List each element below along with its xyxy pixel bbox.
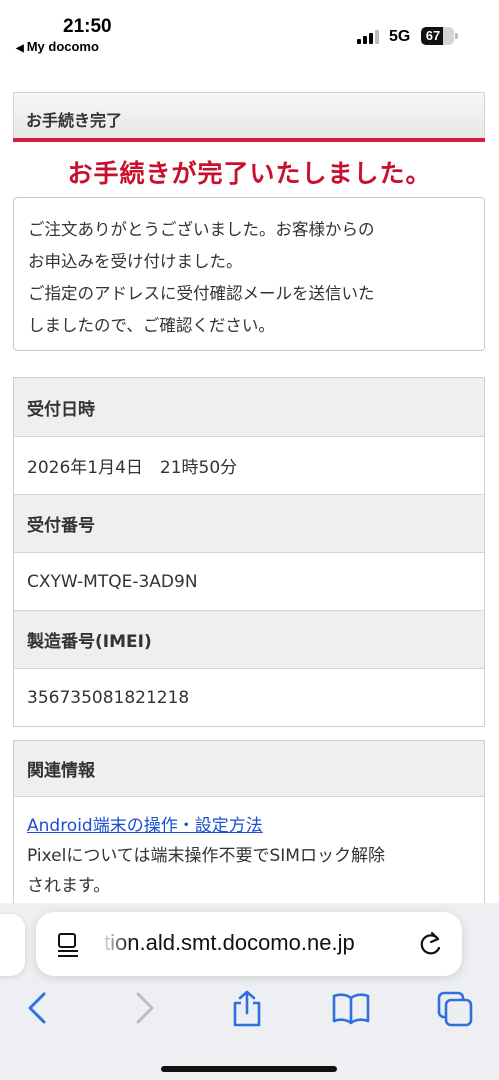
message-line: ご注文ありがとうございました。お客様からの [28, 220, 375, 239]
bookmarks-icon[interactable] [331, 990, 371, 1026]
related-note-line: Pixelについては端末操作不要でSIMロック解除 [27, 846, 385, 866]
url-fade [100, 926, 130, 962]
page-menu-icon[interactable] [56, 932, 80, 958]
tabs-icon[interactable] [436, 990, 474, 1028]
status-time: 21:50 [63, 16, 112, 37]
battery-percent: 67 [425, 28, 441, 43]
previous-tab-card[interactable] [0, 914, 25, 976]
forward-icon[interactable] [130, 990, 158, 1026]
field-label-reception-number: 受付番号 [14, 494, 484, 552]
related-info-title: 関連情報 [14, 741, 484, 797]
field-label-imei: 製造番号(IMEI) [14, 610, 484, 668]
section-header: お手続き完了 [13, 92, 485, 140]
field-value-imei: 356735081821218 [14, 668, 484, 726]
confirmation-message: ご注文ありがとうございました。お客様からの お申込みを受け付けました。 ご指定の… [13, 197, 485, 351]
battery-nub [455, 33, 458, 39]
field-label-reception-datetime: 受付日時 [14, 378, 484, 436]
status-bar: 21:50 ◀ My docomo 5G 67 [0, 0, 499, 60]
header-divider [13, 138, 485, 142]
url-text: tion.ald.smt.docomo.ne.jp [104, 930, 355, 955]
battery-icon: 67 [421, 27, 454, 45]
share-icon[interactable] [229, 990, 265, 1028]
android-settings-link[interactable]: Android端末の操作・設定方法 [27, 811, 471, 841]
field-value-reception-datetime: 2026年1月4日 21時50分 [14, 436, 484, 494]
message-line: しましたので、ご確認ください。 [28, 316, 275, 335]
network-type: 5G [389, 28, 411, 45]
signal-icon [357, 30, 379, 44]
home-indicator [161, 1066, 337, 1072]
message-line: お申込みを受け付けました。 [28, 252, 243, 271]
reload-icon[interactable] [418, 930, 444, 958]
message-line: ご指定のアドレスに受付確認メールを送信いた [28, 284, 375, 303]
back-app-label: My docomo [26, 39, 99, 54]
order-info-table: 受付日時 2026年1月4日 21時50分 受付番号 CXYW-MTQE-3AD… [13, 377, 485, 727]
related-info-body: Android端末の操作・設定方法 Pixelについては端末操作不要でSIMロッ… [14, 797, 484, 901]
address-bar[interactable]: tion.ald.smt.docomo.ne.jp [36, 912, 462, 976]
back-icon[interactable] [24, 990, 52, 1026]
related-note-line: されます。 [27, 876, 111, 896]
section-title: お手続き完了 [26, 111, 123, 130]
completion-heading: お手続きが完了いたしました。 [67, 159, 432, 188]
field-value-reception-number: CXYW-MTQE-3AD9N [14, 552, 484, 610]
back-triangle-icon: ◀ [16, 43, 24, 54]
back-to-app-link[interactable]: ◀ My docomo [16, 39, 99, 54]
